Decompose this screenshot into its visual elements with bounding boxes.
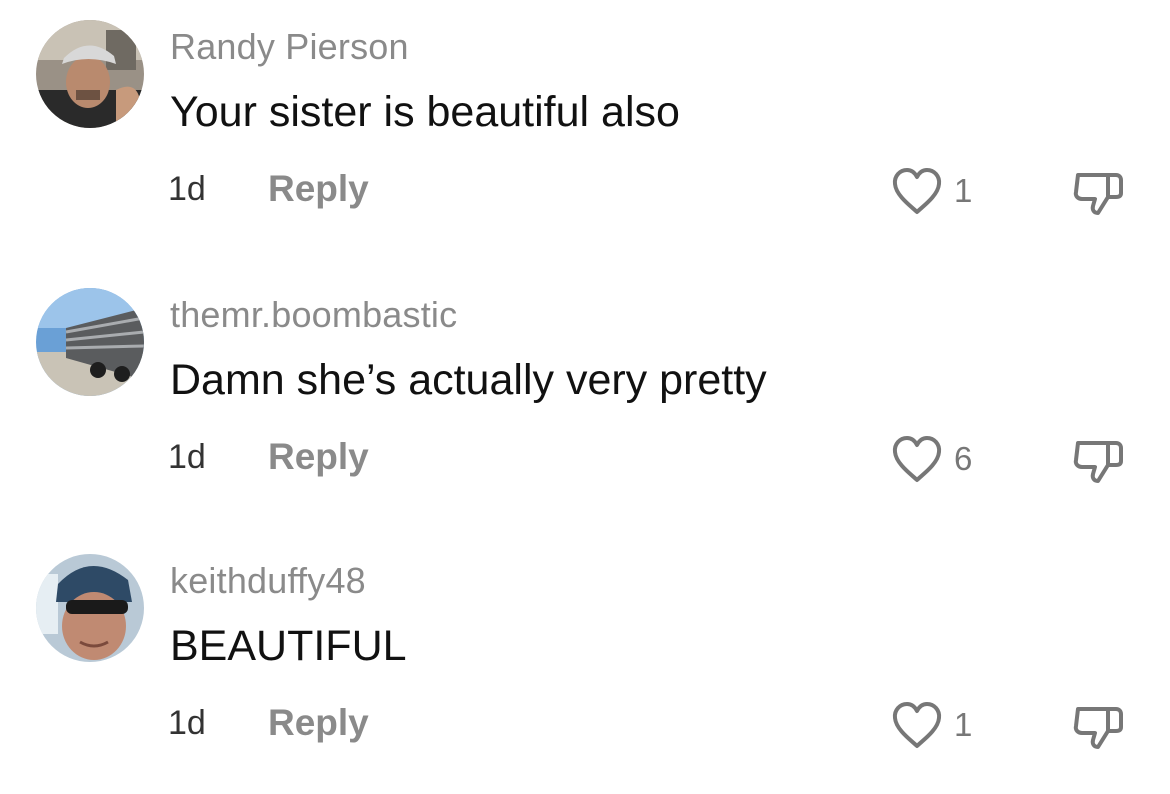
like-button[interactable]: 6 <box>890 433 972 485</box>
avatar-image <box>36 554 144 662</box>
thumbs-down-outline-icon <box>1073 173 1123 215</box>
heart-outline-icon <box>892 436 942 482</box>
reply-button[interactable]: Reply <box>268 436 369 478</box>
dislike-button[interactable] <box>1070 699 1126 751</box>
comment-timestamp: 1d <box>168 438 206 476</box>
like-count: 6 <box>954 440 973 477</box>
thumbs-down-outline-icon <box>1073 707 1123 749</box>
comment-item: themr.boombastic Damn she’s actually ver… <box>0 268 1170 528</box>
heart-outline-icon <box>892 702 942 748</box>
dislike-button[interactable] <box>1070 433 1126 485</box>
comment-username[interactable]: Randy Pierson <box>170 26 409 68</box>
comment-text: Damn she’s actually very pretty <box>170 356 767 404</box>
comment-timestamp: 1d <box>168 704 206 742</box>
thumbs-down-outline-icon <box>1073 441 1123 483</box>
avatar-image <box>36 20 144 128</box>
comment-item: Randy Pierson Your sister is beautiful a… <box>0 0 1170 260</box>
avatar[interactable] <box>36 288 144 396</box>
like-count: 1 <box>954 172 973 209</box>
comment-item: keithduffy48 BEAUTIFUL 1d Reply 1 <box>0 534 1170 794</box>
dislike-button[interactable] <box>1070 165 1126 217</box>
like-button[interactable]: 1 <box>890 699 972 751</box>
reply-button[interactable]: Reply <box>268 168 369 210</box>
avatar-image <box>36 288 144 396</box>
comment-text: BEAUTIFUL <box>170 622 407 670</box>
heart-outline-icon <box>892 168 942 214</box>
comment-username[interactable]: themr.boombastic <box>170 294 457 336</box>
reply-button[interactable]: Reply <box>268 702 369 744</box>
avatar[interactable] <box>36 20 144 128</box>
comment-username[interactable]: keithduffy48 <box>170 560 366 602</box>
like-count: 1 <box>954 706 973 743</box>
avatar[interactable] <box>36 554 144 662</box>
comment-timestamp: 1d <box>168 170 206 208</box>
like-button[interactable]: 1 <box>890 165 972 217</box>
comment-text: Your sister is beautiful also <box>170 88 680 136</box>
